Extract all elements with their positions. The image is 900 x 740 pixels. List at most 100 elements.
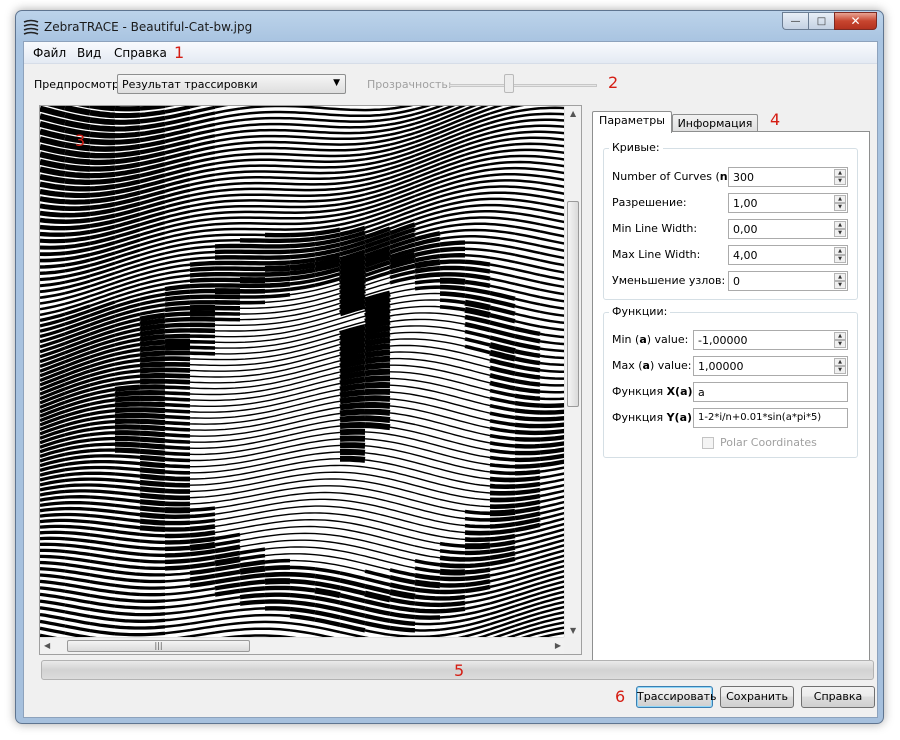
spin-up-icon[interactable]: ▲ bbox=[834, 247, 846, 255]
menu-help[interactable]: Справка bbox=[114, 46, 167, 60]
engraving-stroke bbox=[214, 485, 241, 491]
spin-down-icon[interactable]: ▼ bbox=[834, 203, 846, 211]
menu-file[interactable]: Файл bbox=[33, 46, 66, 60]
spin-down-icon[interactable]: ▼ bbox=[834, 281, 846, 289]
polar-coordinates-checkbox[interactable] bbox=[702, 437, 714, 449]
vertical-scroll-thumb[interactable] bbox=[567, 201, 579, 407]
scroll-right-icon[interactable]: ▶ bbox=[555, 641, 561, 650]
scroll-down-icon[interactable]: ▼ bbox=[570, 626, 576, 635]
save-button[interactable]: Сохранить bbox=[720, 686, 794, 708]
min-line-width-input[interactable]: 0,00 ▲ ▼ bbox=[728, 219, 848, 239]
engraving-stroke bbox=[314, 197, 341, 203]
min-a-input[interactable]: -1,00000 ▲ ▼ bbox=[693, 330, 848, 350]
spin-down-icon[interactable]: ▼ bbox=[834, 229, 846, 237]
engraving-stroke bbox=[489, 365, 516, 376]
engraving-stroke bbox=[439, 362, 466, 370]
max-a-input[interactable]: 1,00000 ▲ ▼ bbox=[693, 356, 848, 376]
engraving-stroke bbox=[164, 378, 191, 385]
menu-view[interactable]: Вид bbox=[77, 46, 101, 60]
engraving-stroke bbox=[414, 312, 441, 315]
number-of-curves-spin[interactable]: ▲ ▼ bbox=[834, 169, 846, 185]
engraving-stroke bbox=[389, 405, 416, 411]
spin-up-icon[interactable]: ▲ bbox=[834, 358, 846, 366]
min-line-width-spin[interactable]: ▲ ▼ bbox=[834, 221, 846, 237]
spin-up-icon[interactable]: ▲ bbox=[834, 273, 846, 281]
spin-down-icon[interactable]: ▼ bbox=[834, 177, 846, 185]
engraving-stroke bbox=[464, 299, 491, 311]
engraving-stroke bbox=[90, 165, 116, 172]
engraving-stroke bbox=[414, 259, 441, 269]
engraving-stroke bbox=[289, 351, 316, 359]
trace-button[interactable]: Трассировать bbox=[636, 686, 717, 708]
max-a-spin[interactable]: ▲ ▼ bbox=[834, 358, 846, 374]
spin-down-icon[interactable]: ▼ bbox=[834, 340, 846, 348]
spin-up-icon[interactable]: ▲ bbox=[834, 195, 846, 203]
maximize-button[interactable]: □ bbox=[808, 12, 834, 30]
client-area: Файл Вид Справка 1 Предпросмотр: Результ… bbox=[23, 41, 878, 718]
scroll-left-icon[interactable]: ◀ bbox=[44, 641, 50, 650]
tab-parameters[interactable]: Параметры bbox=[592, 111, 672, 133]
engraving-stroke bbox=[89, 207, 116, 217]
engraving-stroke bbox=[364, 555, 391, 564]
spin-up-icon[interactable]: ▲ bbox=[834, 169, 846, 177]
engraving-stroke bbox=[539, 112, 565, 116]
spin-down-icon[interactable]: ▼ bbox=[834, 255, 846, 263]
max-line-width-input[interactable]: 4,00 ▲ ▼ bbox=[728, 245, 848, 265]
engraving-stroke bbox=[489, 448, 516, 455]
minimize-button[interactable]: — bbox=[782, 12, 808, 30]
engraving-stroke bbox=[264, 181, 291, 186]
spin-up-icon[interactable]: ▲ bbox=[834, 221, 846, 229]
engraving-stroke bbox=[514, 326, 541, 337]
engraving-stroke bbox=[139, 461, 166, 469]
engraving-stroke bbox=[40, 599, 66, 607]
engraving-stroke bbox=[389, 470, 416, 479]
engraving-stroke bbox=[414, 446, 441, 455]
transparency-slider-track[interactable] bbox=[449, 84, 597, 87]
engraving-stroke bbox=[539, 161, 565, 168]
title-bar[interactable]: ZebraTRACE - Beautiful-Cat-bw.jpg — □ ✕ bbox=[16, 11, 883, 41]
engraving-stroke bbox=[339, 471, 366, 475]
traced-image-area[interactable]: 3 bbox=[40, 106, 565, 638]
engraving-stroke bbox=[214, 544, 241, 554]
transparency-slider-thumb[interactable] bbox=[504, 74, 515, 93]
engraving-stroke bbox=[414, 628, 441, 632]
engraving-stroke bbox=[264, 373, 291, 380]
engraving-stroke bbox=[139, 345, 166, 353]
engraving-stroke bbox=[164, 564, 191, 571]
engraving-stroke bbox=[314, 580, 341, 591]
function-x-input[interactable]: a bbox=[693, 382, 848, 402]
engraving-stroke bbox=[339, 163, 366, 169]
function-y-input[interactable]: 1-2*i/n+0.01*sin(a*pi*5) bbox=[693, 408, 848, 428]
horizontal-scrollbar[interactable]: ◀ ||| ▶ bbox=[40, 637, 565, 654]
engraving-stroke bbox=[439, 217, 466, 224]
engraving-stroke bbox=[414, 394, 441, 402]
spin-down-icon[interactable]: ▼ bbox=[834, 366, 846, 374]
close-button[interactable]: ✕ bbox=[834, 12, 877, 30]
engraving-stroke bbox=[389, 508, 416, 517]
min-a-spin[interactable]: ▲ ▼ bbox=[834, 332, 846, 348]
engraving-stroke bbox=[64, 562, 91, 570]
node-reduction-spin[interactable]: ▲ ▼ bbox=[834, 273, 846, 289]
engraving-stroke bbox=[214, 159, 241, 165]
scroll-up-icon[interactable]: ▲ bbox=[570, 109, 576, 118]
engraving-stroke bbox=[64, 112, 91, 123]
max-line-width-spin[interactable]: ▲ ▼ bbox=[834, 247, 846, 263]
engraving-stroke bbox=[464, 266, 491, 274]
help-button[interactable]: Справка bbox=[801, 686, 875, 708]
spin-up-icon[interactable]: ▲ bbox=[834, 332, 846, 340]
engraving-stroke bbox=[464, 314, 491, 325]
preview-select[interactable]: Результат трассировки ▼ bbox=[117, 74, 346, 94]
engraving-stroke bbox=[189, 489, 216, 493]
engraving-stroke bbox=[114, 632, 140, 637]
node-reduction-input[interactable]: 0 ▲ ▼ bbox=[728, 271, 848, 291]
engraving-stroke bbox=[239, 329, 266, 332]
vertical-scrollbar[interactable]: ▲ ▼ bbox=[564, 106, 581, 638]
number-of-curves-input[interactable]: 300 ▲ ▼ bbox=[728, 167, 848, 187]
resolution-input[interactable]: 1,00 ▲ ▼ bbox=[728, 193, 848, 213]
engraving-stroke bbox=[464, 591, 491, 599]
engraving-stroke bbox=[114, 590, 141, 597]
horizontal-scroll-thumb[interactable]: ||| bbox=[67, 640, 250, 652]
engraving-stroke bbox=[339, 615, 366, 626]
resolution-spin[interactable]: ▲ ▼ bbox=[834, 195, 846, 211]
engraving-stroke bbox=[489, 418, 516, 427]
